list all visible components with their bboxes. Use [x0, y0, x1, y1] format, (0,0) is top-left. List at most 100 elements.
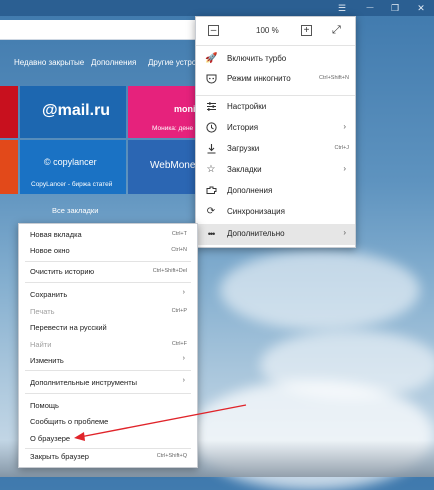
submenu-item-edit[interactable]: Изменить ›: [19, 353, 197, 369]
submenu-item-help[interactable]: Помощь: [19, 398, 197, 414]
zoom-out-button[interactable]: –: [208, 25, 219, 36]
menu-item-history[interactable]: История ›: [196, 118, 355, 139]
tile-webmoney[interactable]: WebMoney: [128, 140, 196, 194]
monika-caption: Моника: дене: [152, 125, 194, 132]
submenu-item-new-window[interactable]: Новое окно Ctrl+N: [19, 243, 197, 259]
rocket-icon: 🚀: [205, 53, 218, 64]
fullscreen-icon[interactable]: ⤢: [332, 24, 341, 37]
chevron-right-icon: ›: [343, 122, 346, 131]
menu-item-addons[interactable]: Дополнения: [196, 181, 355, 202]
submenu-separator: [25, 393, 191, 394]
other-devices-link[interactable]: Другие устрой: [148, 58, 201, 67]
copylancer-icon: ©: [44, 157, 51, 167]
submenu-item-label: Перевести на русский: [30, 323, 107, 332]
menu-item-sync[interactable]: ⟳ Синхронизация: [196, 202, 355, 223]
submenu-item-shortcut: Ctrl+P: [171, 308, 187, 314]
submenu-item-find[interactable]: Найти Ctrl+F: [19, 337, 197, 353]
submenu-separator: [25, 370, 191, 371]
submenu-item-more-tools[interactable]: Дополнительные инструменты ›: [19, 375, 197, 391]
clock-icon: [205, 122, 217, 134]
copylancer-logo: copylancer: [53, 157, 97, 167]
submenu-item-label: О браузере: [30, 434, 71, 443]
menu-item-shortcut: Ctrl+Shift+N: [319, 75, 349, 81]
addons-link[interactable]: Дополнения: [91, 58, 136, 67]
menu-item-label: Закладки: [227, 165, 262, 174]
minimize-button[interactable]: —: [359, 0, 381, 16]
address-bar[interactable]: [0, 20, 204, 40]
menu-item-label: Загрузки: [227, 144, 260, 153]
submenu-item-label: Найти: [30, 340, 52, 349]
menu-item-label: История: [227, 123, 259, 132]
sync-icon: ⟳: [206, 206, 216, 217]
submenu-item-label: Очистить историю: [30, 267, 95, 276]
chevron-right-icon: ›: [182, 377, 185, 384]
menu-item-settings[interactable]: Настройки: [196, 97, 355, 118]
submenu-item-about[interactable]: О браузере: [19, 431, 197, 447]
menu-item-label: Синхронизация: [227, 207, 285, 216]
tile-red[interactable]: [0, 86, 18, 138]
webmoney-logo: WebMoney: [150, 160, 196, 171]
menu-item-incognito[interactable]: Режим инкогнито Ctrl+Shift+N: [196, 69, 355, 90]
mail-ru-logo: @mail.ru: [42, 102, 111, 119]
submenu-item-label: Новая вкладка: [30, 230, 82, 239]
tile-monika[interactable]: moni Моника: дене: [128, 86, 196, 138]
chevron-right-icon: ›: [182, 355, 185, 362]
menu-item-downloads[interactable]: Загрузки Ctrl+J: [196, 139, 355, 160]
star-icon: ☆: [206, 164, 216, 175]
incognito-icon: [205, 73, 217, 85]
zoom-row: – 100 % + ⤢: [196, 17, 355, 46]
submenu-item-shortcut: Ctrl+Shift+Del: [152, 268, 187, 274]
submenu-item-save[interactable]: Сохранить ›: [19, 287, 197, 303]
menu-item-label: Настройки: [227, 102, 267, 111]
submenu-separator: [25, 282, 191, 283]
submenu-item-clear-history[interactable]: Очистить историю Ctrl+Shift+Del: [19, 264, 197, 280]
addons-icon: [205, 185, 217, 197]
menu-item-turbo[interactable]: 🚀 Включить турбо: [196, 49, 355, 70]
settings-sliders-icon: [205, 101, 217, 113]
menu-item-label: Режим инкогнито: [227, 74, 291, 83]
restore-button[interactable]: ❐: [384, 0, 406, 16]
all-bookmarks-link[interactable]: Все закладки: [52, 206, 98, 215]
browser-main-menu: – 100 % + ⤢ 🚀 Включить турбо Режим инког…: [195, 16, 356, 248]
browser-menu-button[interactable]: ☰: [331, 0, 353, 16]
zoom-in-button[interactable]: +: [301, 25, 312, 36]
monika-logo: moni: [174, 104, 196, 114]
submenu-separator: [25, 261, 191, 262]
menu-item-more[interactable]: ••• Дополнительно ›: [196, 224, 355, 245]
menu-item-bookmarks[interactable]: ☆ Закладки ›: [196, 160, 355, 181]
title-bar: ☰ — ❐ ✕: [0, 0, 434, 16]
chevron-right-icon: ›: [343, 228, 346, 237]
more-dots-icon: •••: [207, 229, 215, 239]
recently-closed-link[interactable]: Недавно закрытые: [14, 58, 84, 67]
submenu-item-label: Помощь: [30, 401, 59, 410]
tile-mail-ru[interactable]: @mail.ru: [20, 86, 126, 138]
submenu-item-new-tab[interactable]: Новая вкладка Ctrl+T: [19, 227, 197, 243]
submenu-item-shortcut: Ctrl+N: [171, 247, 187, 253]
submenu-item-close-browser[interactable]: Закрыть браузер Ctrl+Shift+Q: [19, 449, 197, 465]
submenu-item-label: Сохранить: [30, 290, 68, 299]
chevron-right-icon: ›: [343, 164, 346, 173]
submenu-item-label: Изменить: [30, 356, 64, 365]
tile-orange[interactable]: [0, 140, 18, 194]
background-cloud: [220, 250, 420, 330]
tile-copylancer[interactable]: © copylancer CopyLancer - биржа статей: [20, 140, 126, 194]
menu-item-label: Включить турбо: [227, 54, 287, 63]
submenu-item-label: Дополнительные инструменты: [30, 378, 138, 387]
submenu-item-shortcut: Ctrl+F: [171, 341, 187, 347]
menu-item-shortcut: Ctrl+J: [334, 145, 349, 151]
submenu-item-print[interactable]: Печать Ctrl+P: [19, 304, 197, 320]
submenu-item-label: Новое окно: [30, 246, 70, 255]
copylancer-caption: CopyLancer - биржа статей: [31, 181, 113, 188]
submenu-item-label: Закрыть браузер: [30, 452, 89, 461]
download-icon: [205, 143, 217, 155]
submenu-item-shortcut: Ctrl+T: [171, 231, 187, 237]
zoom-level: 100 %: [256, 26, 279, 35]
more-submenu: Новая вкладка Ctrl+T Новое окно Ctrl+N О…: [18, 223, 198, 468]
close-button[interactable]: ✕: [410, 0, 432, 16]
menu-separator: [196, 95, 355, 96]
submenu-item-label: Сообщить о проблеме: [30, 417, 109, 426]
menu-item-label: Дополнения: [227, 186, 273, 195]
submenu-item-report-problem[interactable]: Сообщить о проблеме: [19, 414, 197, 430]
menu-item-label: Дополнительно: [227, 229, 285, 238]
submenu-item-translate[interactable]: Перевести на русский: [19, 320, 197, 336]
